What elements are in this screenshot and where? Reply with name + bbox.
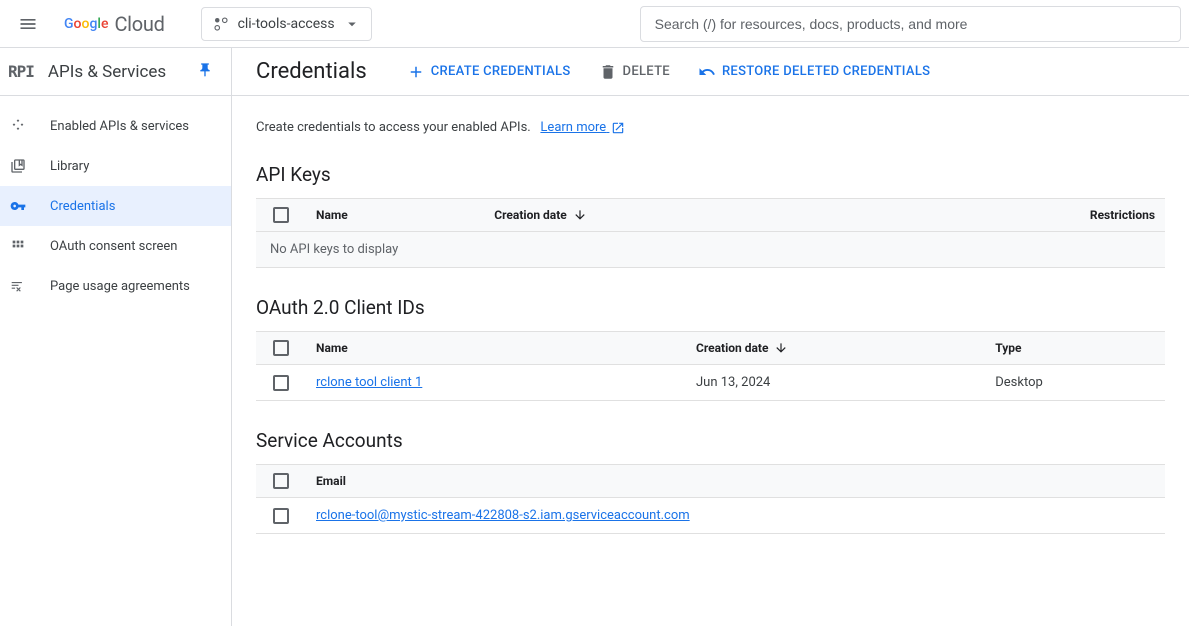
col-creation-date[interactable]: Creation date	[686, 332, 985, 365]
col-restrictions[interactable]: Restrictions	[872, 199, 1165, 232]
sidebar-item-enabled-apis[interactable]: Enabled APIs & services	[0, 106, 231, 146]
intro-text: Create credentials to access your enable…	[256, 120, 1165, 135]
section-title-service-accounts: Service Accounts	[256, 429, 1165, 452]
oauth-client-link[interactable]: rclone tool client 1	[316, 375, 422, 390]
project-name: cli-tools-access	[238, 16, 335, 32]
menu-icon	[18, 14, 38, 34]
search-box	[640, 6, 1181, 42]
consent-icon	[10, 238, 26, 254]
nav-label: OAuth consent screen	[50, 239, 177, 254]
restore-button[interactable]: RESTORE DELETED CREDENTIALS	[698, 63, 930, 81]
nav-label: Credentials	[50, 199, 115, 214]
col-type[interactable]: Type	[985, 332, 1165, 365]
project-selector[interactable]: cli-tools-access	[201, 7, 372, 41]
settings-lines-icon	[10, 278, 26, 294]
sort-down-icon	[774, 341, 788, 355]
create-label: CREATE CREDENTIALS	[431, 64, 571, 79]
creation-date-cell: Jun 13, 2024	[686, 365, 985, 401]
section-title-api-keys: API Keys	[256, 163, 1165, 186]
plus-icon	[407, 63, 425, 81]
diamond-icon	[10, 118, 26, 134]
sidebar-item-oauth-consent[interactable]: OAuth consent screen	[0, 226, 231, 266]
section-title-oauth: OAuth 2.0 Client IDs	[256, 296, 1165, 319]
col-name[interactable]: Name	[306, 332, 686, 365]
table-row: rclone tool client 1 Jun 13, 2024 Deskto…	[256, 365, 1165, 401]
select-all-checkbox[interactable]	[273, 473, 289, 489]
section-oauth-clients: OAuth 2.0 Client IDs Name Creation date	[256, 296, 1165, 401]
empty-row: No API keys to display	[256, 232, 1165, 268]
content-header: Credentials CREATE CREDENTIALS DELETE RE…	[232, 48, 1189, 96]
hamburger-menu-button[interactable]	[8, 4, 48, 44]
project-icon	[212, 15, 230, 33]
learn-more-link[interactable]: Learn more	[540, 120, 625, 135]
sidebar-item-library[interactable]: Library	[0, 146, 231, 186]
section-api-keys: API Keys Name Creation date	[256, 163, 1165, 268]
nav-label: Library	[50, 159, 89, 174]
search-input[interactable]	[640, 6, 1181, 42]
nav-label: Page usage agreements	[50, 279, 190, 294]
row-checkbox[interactable]	[273, 508, 289, 524]
col-email[interactable]: Email	[306, 465, 1165, 498]
sort-down-icon	[573, 208, 587, 222]
create-credentials-button[interactable]: CREATE CREDENTIALS	[407, 63, 571, 81]
content: Credentials CREATE CREDENTIALS DELETE RE…	[232, 48, 1189, 626]
select-all-checkbox[interactable]	[273, 340, 289, 356]
sidebar: RPI APIs & Services Enabled APIs & servi…	[0, 48, 232, 626]
table-oauth-clients: Name Creation date Type	[256, 331, 1165, 401]
dropdown-icon	[343, 15, 361, 33]
table-row: rclone-tool@mystic-stream-422808-s2.iam.…	[256, 498, 1165, 534]
col-name[interactable]: Name	[306, 199, 484, 232]
key-icon	[10, 198, 26, 214]
api-icon: RPI	[8, 62, 34, 81]
sidebar-title: APIs & Services	[48, 62, 166, 82]
topbar: Google Cloud cli-tools-access	[0, 0, 1189, 48]
row-checkbox[interactable]	[273, 375, 289, 391]
delete-label: DELETE	[623, 64, 670, 79]
cloud-text: Cloud	[114, 12, 164, 36]
action-buttons: CREATE CREDENTIALS DELETE RESTORE DELETE…	[407, 63, 931, 81]
google-cloud-logo[interactable]: Google Cloud	[56, 12, 173, 36]
sidebar-nav: Enabled APIs & services Library Credenti…	[0, 96, 231, 306]
type-cell: Desktop	[985, 365, 1165, 401]
sidebar-item-credentials[interactable]: Credentials	[0, 186, 231, 226]
col-creation-date[interactable]: Creation date	[484, 199, 871, 232]
library-icon	[10, 158, 26, 174]
page-title: Credentials	[256, 59, 367, 84]
delete-button[interactable]: DELETE	[599, 63, 670, 81]
trash-icon	[599, 63, 617, 81]
section-service-accounts: Service Accounts Email rclone-tool@mysti…	[256, 429, 1165, 534]
table-api-keys: Name Creation date Restrictions	[256, 198, 1165, 268]
restore-label: RESTORE DELETED CREDENTIALS	[722, 64, 930, 79]
external-link-icon	[611, 121, 625, 135]
sidebar-item-page-usage[interactable]: Page usage agreements	[0, 266, 231, 306]
select-all-checkbox[interactable]	[273, 207, 289, 223]
content-body: Create credentials to access your enable…	[232, 96, 1189, 586]
google-logo-text: Google	[64, 16, 108, 32]
sidebar-header: RPI APIs & Services	[0, 48, 231, 96]
nav-label: Enabled APIs & services	[50, 119, 189, 134]
pin-icon	[197, 62, 213, 78]
table-service-accounts: Email rclone-tool@mystic-stream-422808-s…	[256, 464, 1165, 534]
undo-icon	[698, 63, 716, 81]
service-account-link[interactable]: rclone-tool@mystic-stream-422808-s2.iam.…	[316, 508, 690, 523]
pin-button[interactable]	[197, 62, 213, 82]
